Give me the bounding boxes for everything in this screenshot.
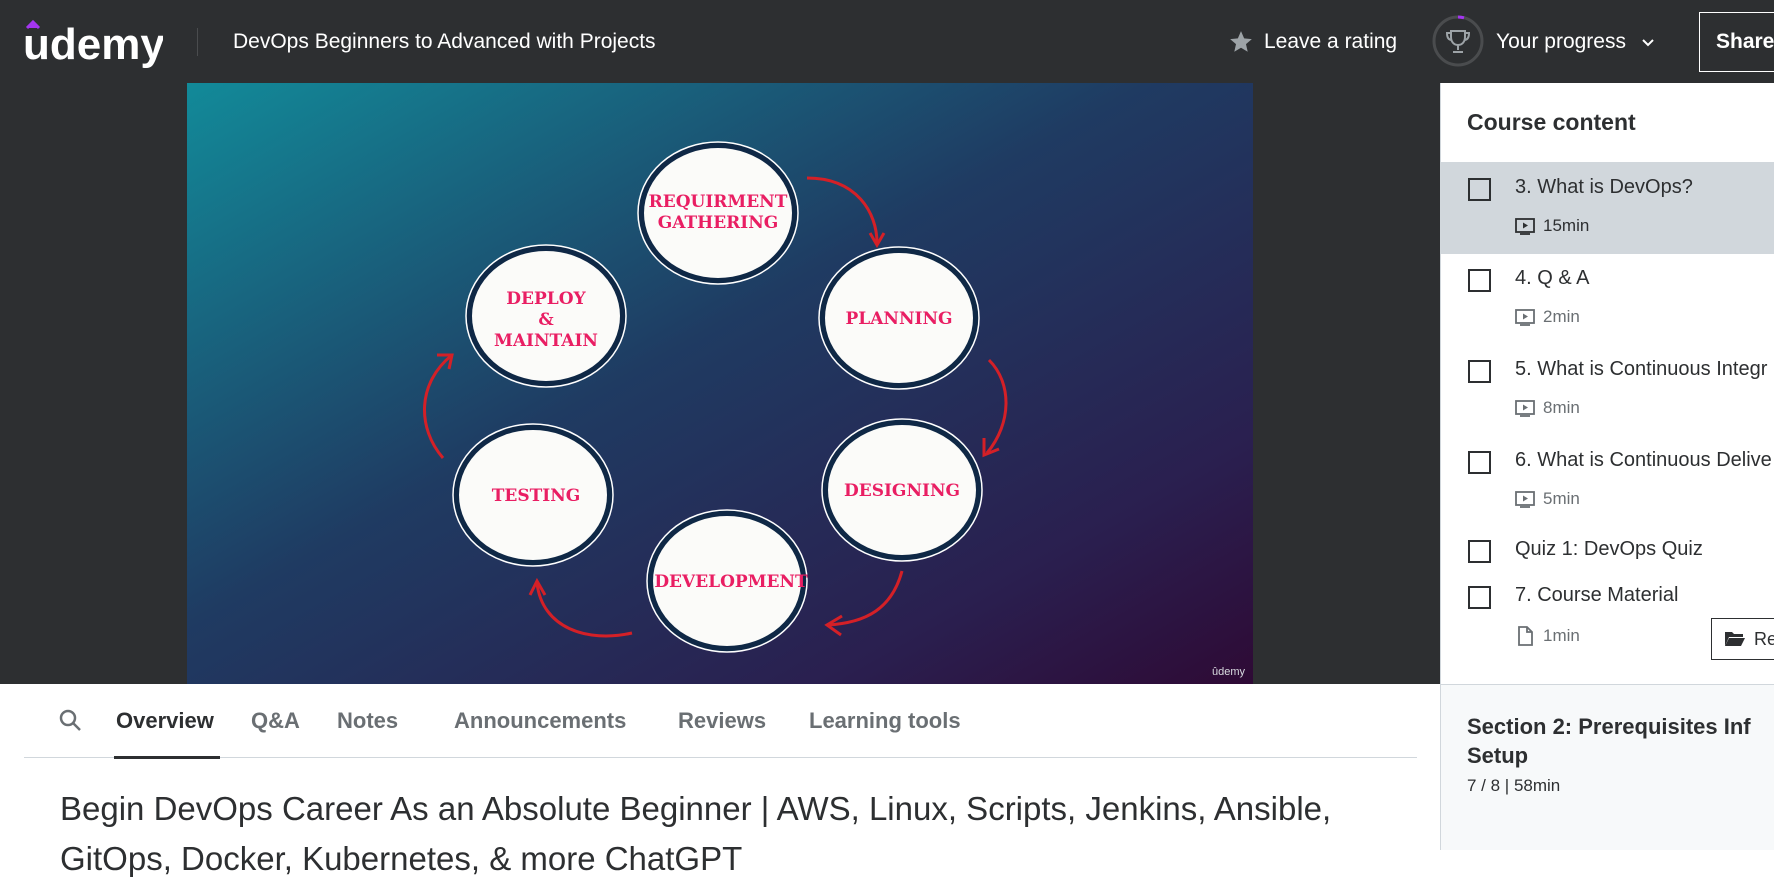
svg-text:GATHERING: GATHERING [658, 213, 779, 233]
slide-watermark: ûdemy [1211, 666, 1245, 678]
lecture-item[interactable]: 6. What is Continuous Delive 5min [1441, 436, 1774, 527]
lecture-checkbox[interactable] [1468, 451, 1491, 474]
lecture-meta: 8min [1515, 398, 1580, 418]
tab-reviews[interactable]: Reviews [678, 684, 766, 758]
lecture-title[interactable]: 3. What is DevOps? [1515, 176, 1693, 199]
video-icon [1515, 491, 1535, 508]
lecture-checkbox[interactable] [1468, 360, 1491, 383]
star-icon [1230, 31, 1252, 52]
trophy-progress-icon[interactable] [1431, 14, 1485, 68]
lecture-item[interactable]: 3. What is DevOps? 15min [1441, 163, 1774, 254]
stage-designing: DESIGNING [821, 418, 983, 562]
course-content-sidebar: Course content 3. What is DevOps? 15min … [1440, 83, 1774, 850]
svg-text:PLANNING: PLANNING [845, 309, 952, 329]
stage-requirement: REQUIRMENT GATHERING [637, 141, 799, 285]
course-tabs: Overview Q&A Notes Announcements Reviews… [24, 684, 1417, 759]
lecture-duration: 2min [1543, 307, 1580, 326]
tab-announcements[interactable]: Announcements [454, 684, 626, 758]
lecture-checkbox[interactable] [1468, 178, 1491, 201]
file-icon [1518, 626, 1533, 646]
lecture-duration: 1min [1543, 626, 1580, 645]
course-content-heading: Course content [1441, 83, 1774, 163]
svg-text:&: & [538, 310, 554, 330]
lecture-slide: REQUIRMENT GATHERING PLANNING DESIGNING … [187, 83, 1253, 684]
svg-text:DEVELOPMENT: DEVELOPMENT [654, 572, 808, 592]
lecture-item[interactable]: 5. What is Continuous Integr 8min [1441, 345, 1774, 436]
your-progress-label: Your progress [1496, 30, 1626, 53]
lecture-title[interactable]: Quiz 1: DevOps Quiz [1515, 538, 1703, 561]
tab-learning-tools[interactable]: Learning tools [809, 684, 961, 758]
stage-planning: PLANNING [818, 246, 980, 390]
leave-rating-label: Leave a rating [1264, 30, 1398, 53]
header-divider [197, 28, 198, 56]
lecture-checkbox[interactable] [1468, 540, 1491, 563]
lecture-item[interactable]: 4. Q & A 2min [1441, 254, 1774, 345]
stage-testing: TESTING [452, 423, 614, 567]
lecture-duration: 8min [1543, 398, 1580, 417]
lecture-meta: 1min [1515, 626, 1580, 646]
quiz-item[interactable]: Quiz 1: DevOps Quiz [1441, 527, 1774, 580]
lecture-title[interactable]: 5. What is Continuous Integr [1515, 358, 1767, 381]
svg-text:DEPLOY: DEPLOY [506, 289, 586, 309]
section-2-header[interactable]: Section 2: Prerequisites Inf Setup 7 / 8… [1441, 684, 1774, 850]
svg-text:MAINTAIN: MAINTAIN [494, 331, 598, 351]
lecture-title[interactable]: 6. What is Continuous Delive [1515, 449, 1772, 472]
video-icon [1515, 309, 1535, 326]
leave-rating-button[interactable]: Leave a rating [1228, 26, 1397, 58]
svg-text:REQUIRMENT: REQUIRMENT [649, 192, 788, 212]
top-header: udemy DevOps Beginners to Advanced with … [0, 0, 1774, 83]
lecture-meta: 5min [1515, 489, 1580, 509]
tab-notes[interactable]: Notes [337, 684, 398, 758]
your-progress-dropdown[interactable]: Your progress [1496, 26, 1656, 58]
section-meta: 7 / 8 | 58min [1467, 776, 1561, 795]
lecture-duration: 15min [1543, 216, 1590, 235]
section-title: Section 2: Prerequisites Inf Setup [1467, 714, 1751, 768]
svg-text:TESTING: TESTING [492, 486, 581, 506]
tab-qa[interactable]: Q&A [251, 684, 300, 758]
share-button[interactable]: Share [1699, 12, 1774, 72]
overview-course-headline: Begin DevOps Career As an Absolute Begin… [60, 790, 1332, 877]
video-icon [1515, 400, 1535, 417]
video-icon [1515, 218, 1535, 235]
stage-deploy: DEPLOY & MAINTAIN [465, 244, 627, 388]
resources-label: Re [1754, 628, 1774, 649]
folder-open-icon [1725, 632, 1745, 646]
lecture-title[interactable]: 7. Course Material [1515, 584, 1678, 607]
resources-button[interactable]: Re [1711, 618, 1774, 660]
course-title-link[interactable]: DevOps Beginners to Advanced with Projec… [233, 28, 656, 56]
search-icon[interactable] [56, 706, 86, 736]
svg-text:DESIGNING: DESIGNING [844, 481, 960, 501]
lecture-title[interactable]: 4. Q & A [1515, 267, 1589, 290]
tab-overview[interactable]: Overview [114, 684, 220, 759]
udemy-logo[interactable]: udemy [23, 14, 165, 69]
chevron-down-icon [1642, 39, 1654, 47]
stage-development: DEVELOPMENT [646, 509, 808, 653]
lecture-item[interactable]: 7. Course Material 1min Re [1441, 580, 1774, 671]
lecture-checkbox[interactable] [1468, 586, 1491, 609]
lecture-meta: 15min [1515, 216, 1589, 236]
lecture-checkbox[interactable] [1468, 269, 1491, 292]
lecture-meta: 2min [1515, 307, 1580, 327]
video-player[interactable]: REQUIRMENT GATHERING PLANNING DESIGNING … [0, 83, 1440, 684]
svg-text:udemy: udemy [23, 20, 163, 68]
lecture-duration: 5min [1543, 489, 1580, 508]
